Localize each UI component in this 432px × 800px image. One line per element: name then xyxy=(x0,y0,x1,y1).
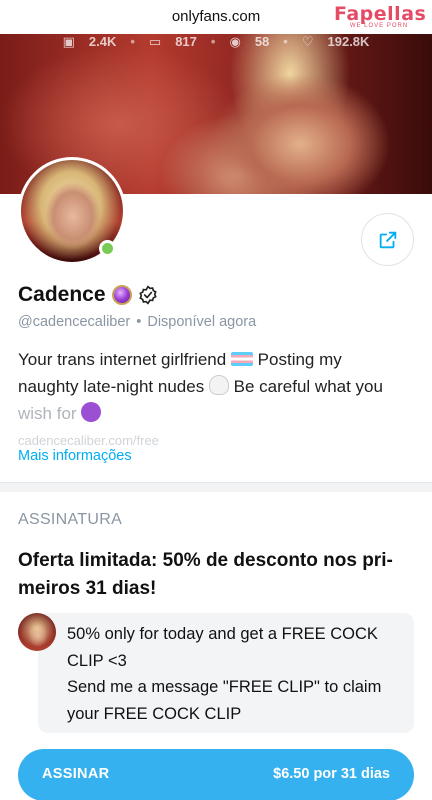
message-line-2: Send me a message "FREE CLIP" to claim y… xyxy=(67,678,382,723)
share-button[interactable] xyxy=(361,213,414,266)
photos-icon: ▣ xyxy=(62,34,75,49)
photos-count: 2.4K xyxy=(88,34,117,49)
likes-count: 192.8K xyxy=(327,34,370,49)
trans-flag-icon xyxy=(230,352,253,366)
message-line-1: 50% only for today and get a FREE COCK C… xyxy=(67,625,378,670)
subscription-section-label: ASSINATURA xyxy=(18,511,123,528)
videos-count: 817 xyxy=(175,34,197,49)
watermark-title: Fapellas xyxy=(334,3,427,25)
cover-stats: ▣ 2.4K • ▭ 817 • ◉ 58 • ♡ 192.8K xyxy=(62,34,370,49)
more-info-link[interactable]: Mais informações xyxy=(18,448,132,464)
heart-icon: ♡ xyxy=(301,34,314,49)
section-divider xyxy=(0,482,432,492)
bio-text-1: Your trans internet girlfriend xyxy=(18,350,227,369)
creator-message: 50% only for today and get a FREE COCK C… xyxy=(67,621,407,727)
bio-text-2b: Be careful what you xyxy=(228,377,383,396)
ghost-icon xyxy=(208,375,229,395)
stream-icon: ◉ xyxy=(229,34,241,49)
verified-icon xyxy=(138,285,157,305)
online-status-dot xyxy=(99,240,116,257)
offer-title: Oferta limitada: 50% de desconto nos pri… xyxy=(18,550,393,599)
streams-count: 58 xyxy=(254,34,270,49)
bio-text-1b: Posting my xyxy=(252,350,342,369)
subscribe-button-price: $6.50 por 31 dias xyxy=(273,766,390,782)
profile-bio: Your trans internet girlfriend Posting m… xyxy=(18,346,418,448)
videos-icon: ▭ xyxy=(148,34,162,49)
share-icon xyxy=(379,231,396,248)
devil-icon xyxy=(81,402,102,422)
message-avatar xyxy=(18,613,56,651)
watermark-logo: Fapellas WE LOVE PORN xyxy=(334,3,427,29)
bio-text-2: naughty late-night nudes xyxy=(18,377,205,396)
profile-name-row: Cadence xyxy=(18,283,158,307)
profile-handle: @cadencecaliber xyxy=(18,314,131,330)
profile-name: Cadence xyxy=(18,283,106,306)
profile-status: Disponível agora xyxy=(147,314,257,330)
crystal-ball-icon xyxy=(111,285,132,305)
bio-text-3: wish for xyxy=(18,404,77,423)
profile-handle-row: @cadencecaliber • Disponível agora xyxy=(18,314,257,330)
subscribe-button[interactable]: ASSINAR $6.50 por 31 dias xyxy=(18,749,414,800)
subscribe-button-label: ASSINAR xyxy=(42,766,110,782)
